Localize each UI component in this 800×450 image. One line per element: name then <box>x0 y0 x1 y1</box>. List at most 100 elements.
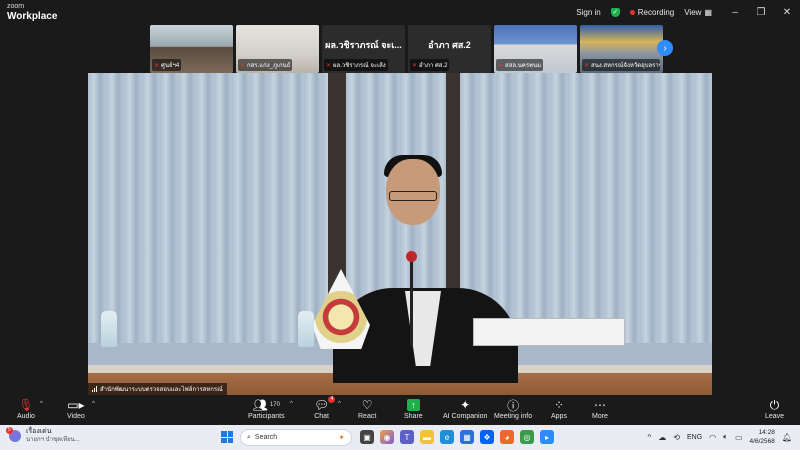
participants-count: 170 <box>269 402 280 408</box>
mic-off-icon: ✕ <box>412 62 418 69</box>
zoom-app-icon[interactable]: ▸ <box>540 430 554 444</box>
share-button[interactable]: ↑ Share <box>404 397 423 420</box>
participants-button[interactable]: 👥︎ 170 Participants <box>248 397 285 420</box>
news-subtitle: นายกฯ นำชุดเทียน... <box>26 437 80 443</box>
more-dots-icon: ⋯ <box>593 398 606 412</box>
copilot-sparkle-icon: ✦ <box>338 433 345 442</box>
participant-thumbnail[interactable]: ✕ กสร.แก่ง_ภูเกนธ์ <box>236 25 319 73</box>
view-label: View <box>684 7 702 17</box>
thumbnail-display-name: ผล.วชิราภรณ์ จะเ... <box>325 40 402 50</box>
speaker-icon[interactable]: 🔈︎ <box>723 432 728 442</box>
video-camera-icon: ▭▸ <box>67 398 85 412</box>
chat-options-chevron-icon[interactable]: ^ <box>338 401 341 407</box>
news-widget-text: เรื่องเด่น นายกฯ นำชุดเทียน... <box>26 428 80 444</box>
edge-browser-icon[interactable]: e <box>440 430 454 444</box>
ai-companion-label: AI Companion <box>443 413 488 420</box>
file-explorer-icon[interactable]: ▬ <box>420 430 434 444</box>
ai-companion-button[interactable]: ✦ AI Companion <box>443 397 487 420</box>
speaker-glasses <box>389 191 437 201</box>
thumbnail-display-name: อำภา ศส.2 <box>428 40 471 50</box>
notifications-bell-icon[interactable]: 🔔︎ <box>782 433 792 442</box>
video-button[interactable]: ▭▸ Video <box>67 397 85 420</box>
heart-icon: ♡ <box>361 398 373 412</box>
taskbar-clock[interactable]: 14:28 4/6/2568 <box>750 428 775 446</box>
system-tray: ^ ☁ ⟲ ENG ◠ 🔈︎ ▭ 14:28 4/6/2568 🔔︎ <box>648 428 792 446</box>
curtain-left <box>88 73 328 343</box>
windows-start-icon[interactable] <box>221 431 233 443</box>
chat-button[interactable]: 💬︎ 4 Chat <box>314 396 336 420</box>
taskbar-search-box[interactable]: ⌕ Search ✦ <box>240 429 352 446</box>
logo-line-workplace: Workplace <box>7 11 58 22</box>
meeting-info-button[interactable]: ⓘ Meeting info <box>494 397 532 421</box>
search-icon: ⌕ <box>247 433 251 441</box>
apps-label: Apps <box>551 413 567 420</box>
active-speaker-video[interactable]: สำนักพัฒนาระบบตรวจสอบและไฟล์การสหกรณ์ <box>88 73 712 395</box>
audio-label: Audio <box>17 413 35 420</box>
microphone-icon <box>406 251 417 262</box>
recording-indicator[interactable]: Recording <box>629 8 674 17</box>
participant-thumbnail-strip: ✕ ศูนย์ฯ4 ✕ กสร.แก่ง_ภูเกนธ์ ผล.วชิราภรณ์ … <box>150 25 663 73</box>
participant-thumbnail[interactable]: ✕ สสล.นครพนม <box>494 25 577 73</box>
mic-off-icon: ✕ <box>240 62 246 69</box>
task-view-icon[interactable]: ▣ <box>360 430 374 444</box>
dropbox-app-icon[interactable]: ❖ <box>480 430 494 444</box>
video-options-chevron-icon[interactable]: ^ <box>92 401 95 407</box>
thumbnail-name: ศูนย์ฯ4 <box>161 63 180 69</box>
logo-line-zoom: zoom <box>7 3 25 10</box>
apps-button[interactable]: ⁘ Apps <box>551 397 567 420</box>
teams-app-icon[interactable]: T <box>400 430 414 444</box>
sign-in-button[interactable]: Sign in <box>576 8 600 17</box>
minimize-icon[interactable]: – <box>722 7 748 18</box>
speaker-name: สำนักพัฒนาระบบตรวจสอบและไฟล์การสหกรณ์ <box>100 387 223 393</box>
thumbnail-label: ✕ สสล.นครพนม <box>496 59 544 71</box>
news-widget-icon: 5 <box>6 427 21 442</box>
leave-label: Leave <box>765 413 785 420</box>
cloud-icon[interactable]: ☁ <box>658 433 666 442</box>
wifi-icon[interactable]: ◠ <box>709 433 716 442</box>
audio-options-chevron-icon[interactable]: ^ <box>40 401 43 407</box>
participants-label: Participants <box>248 413 285 420</box>
participant-thumbnail[interactable]: ผล.วชิราภรณ์ จะเ... ✕ ผล.วชิราภรณ์ จะเส้ง <box>322 25 405 73</box>
sign-in-label: Sign in <box>576 7 601 17</box>
battery-icon[interactable]: ▭ <box>735 433 743 442</box>
restore-icon[interactable]: ❐ <box>748 7 774 18</box>
participants-options-chevron-icon[interactable]: ^ <box>290 401 293 407</box>
clock-date: 4/6/2568 <box>749 438 775 445</box>
encryption-status[interactable]: ✓ <box>610 7 620 17</box>
close-icon[interactable]: ✕ <box>774 7 800 18</box>
sync-icon[interactable]: ⟲ <box>673 433 680 442</box>
audio-button[interactable]: 🎙︎ Audio <box>17 397 35 420</box>
windows-taskbar: 5 เรื่องเด่น นายกฯ นำชุดเทียน... ⌕ Searc… <box>0 425 800 450</box>
next-page-button[interactable]: › <box>657 40 673 56</box>
microphone-stand <box>410 255 413 345</box>
mic-off-icon: ✕ <box>498 62 504 69</box>
view-button[interactable]: View ▦ <box>684 8 712 17</box>
title-bar: zoom Workplace Sign in ✓ Recording View … <box>0 0 800 24</box>
mic-off-icon: ✕ <box>326 62 332 69</box>
video-label: Video <box>67 413 85 420</box>
thumbnail-name: กสร.แก่ง_ภูเกนธ์ <box>247 63 291 69</box>
copilot-app-icon[interactable]: ◉ <box>380 430 394 444</box>
speaker-name-label: สำนักพัฒนาระบบตรวจสอบและไฟล์การสหกรณ์ <box>88 383 227 395</box>
mic-off-icon: ✕ <box>584 62 590 69</box>
chat-icon: 💬︎ 4 <box>314 396 336 412</box>
thumbnail-name: สนง.สหกรณ์จังหวัดอุบลราชธานี <box>591 63 660 69</box>
participant-thumbnail[interactable]: ✕ ศูนย์ฯ4 <box>150 25 233 73</box>
app-logo: zoom Workplace <box>7 2 58 22</box>
recording-dot-icon <box>629 9 635 15</box>
firefox-browser-icon[interactable]: ◕ <box>500 430 514 444</box>
chat-badge: 4 <box>328 396 336 403</box>
react-button[interactable]: ♡ React <box>358 397 376 420</box>
participant-thumbnail[interactable]: ✕สนง.สหกรณ์จังหวัดอุบลราชธานี <box>580 25 663 73</box>
store-app-icon[interactable]: ▦ <box>460 430 474 444</box>
leave-button[interactable]: ⏻ Leave <box>765 397 785 421</box>
participant-thumbnail[interactable]: อำภา ศส.2 ✕ อำภา ศส.2 <box>408 25 491 73</box>
chrome-browser-icon[interactable]: ◎ <box>520 430 534 444</box>
sparkle-icon: ✦ <box>460 398 471 412</box>
info-icon: ⓘ <box>507 398 520 413</box>
language-indicator[interactable]: ENG <box>687 434 702 441</box>
title-bar-actions: Sign in ✓ Recording View ▦ – ❐ ✕ <box>576 0 800 24</box>
chevron-up-icon[interactable]: ^ <box>648 433 652 442</box>
more-button[interactable]: ⋯ More <box>592 397 608 420</box>
news-widget[interactable]: 5 เรื่องเด่น นายกฯ นำชุดเทียน... <box>6 427 80 444</box>
